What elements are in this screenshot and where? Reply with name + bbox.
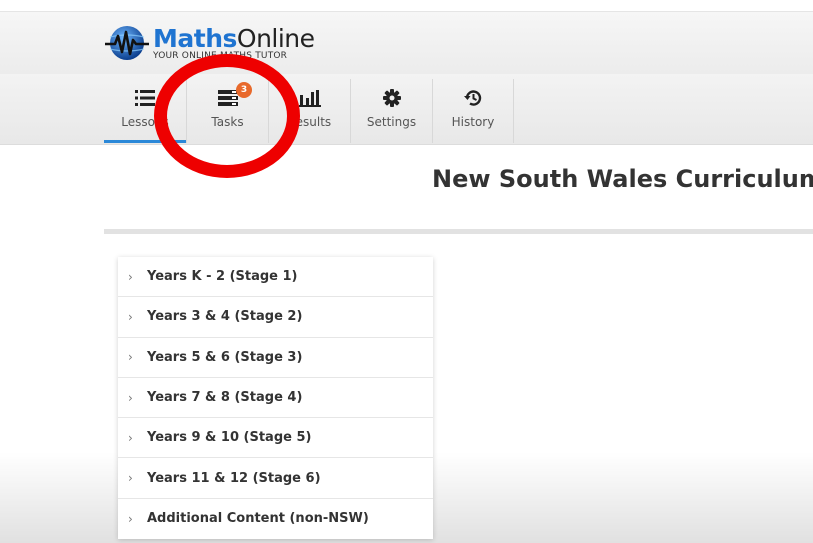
bar-chart-icon	[298, 87, 321, 109]
curriculum-item-stage-4[interactable]: › Years 7 & 8 (Stage 4)	[118, 378, 433, 419]
gear-icon	[382, 87, 401, 109]
site-header: MathsOnline YOUR ONLINE MATHS TUTOR	[0, 12, 813, 74]
curriculum-item-label: Years 9 & 10 (Stage 5)	[147, 430, 312, 446]
curriculum-item-label: Years 7 & 8 (Stage 4)	[147, 390, 303, 406]
curriculum-item-additional[interactable]: › Additional Content (non-NSW)	[118, 499, 433, 539]
curriculum-item-stage-6[interactable]: › Years 11 & 12 (Stage 6)	[118, 458, 433, 499]
tab-settings[interactable]: Settings	[350, 79, 432, 143]
curriculum-item-stage-5[interactable]: › Years 9 & 10 (Stage 5)	[118, 418, 433, 459]
tab-label: History	[451, 115, 495, 129]
tab-results[interactable]: Results	[268, 79, 350, 143]
tab-history[interactable]: History	[432, 79, 514, 143]
list-icon	[135, 87, 155, 109]
tab-label: Tasks	[211, 115, 244, 129]
chevron-right-icon: ›	[128, 309, 133, 324]
brand-name: MathsOnline	[153, 24, 315, 53]
tab-lessons[interactable]: Lessons	[104, 79, 186, 143]
chevron-right-icon: ›	[128, 511, 133, 526]
curriculum-item-label: Years K - 2 (Stage 1)	[147, 269, 298, 285]
curriculum-item-stage-1[interactable]: › Years K - 2 (Stage 1)	[118, 257, 433, 298]
tab-tasks[interactable]: 3 Tasks	[186, 79, 268, 143]
brand-tagline: YOUR ONLINE MATHS TUTOR	[153, 51, 288, 61]
curriculum-item-stage-2[interactable]: › Years 3 & 4 (Stage 2)	[118, 297, 433, 338]
curriculum-item-label: Years 11 & 12 (Stage 6)	[147, 470, 321, 486]
tasks-icon	[217, 87, 238, 109]
curriculum-accordion: › Years K - 2 (Stage 1) › Years 3 & 4 (S…	[118, 257, 433, 540]
curriculum-item-label: Years 5 & 6 (Stage 3)	[147, 349, 303, 365]
site-logo[interactable]: MathsOnline YOUR ONLINE MATHS TUTOR	[104, 24, 315, 62]
chevron-right-icon: ›	[128, 430, 133, 445]
browser-top-edge	[0, 0, 813, 12]
chevron-right-icon: ›	[128, 269, 133, 284]
curriculum-item-label: Years 3 & 4 (Stage 2)	[147, 309, 303, 325]
chevron-right-icon: ›	[128, 350, 133, 365]
curriculum-item-label: Additional Content (non-NSW)	[147, 511, 369, 527]
tab-label: Lessons	[121, 115, 169, 129]
tasks-count-badge: 3	[236, 82, 252, 98]
chevron-right-icon: ›	[128, 471, 133, 486]
curriculum-item-stage-3[interactable]: › Years 5 & 6 (Stage 3)	[118, 338, 433, 378]
history-icon	[463, 87, 483, 109]
page-title: New South Wales Curriculum	[432, 165, 813, 193]
chevron-right-icon: ›	[128, 390, 133, 405]
divider	[104, 229, 813, 234]
globe-heartbeat-icon	[105, 26, 149, 60]
tab-label: Results	[287, 115, 332, 129]
main-nav: Lessons 3 Tasks Results Settings History	[0, 74, 813, 145]
tab-label: Settings	[366, 115, 417, 129]
